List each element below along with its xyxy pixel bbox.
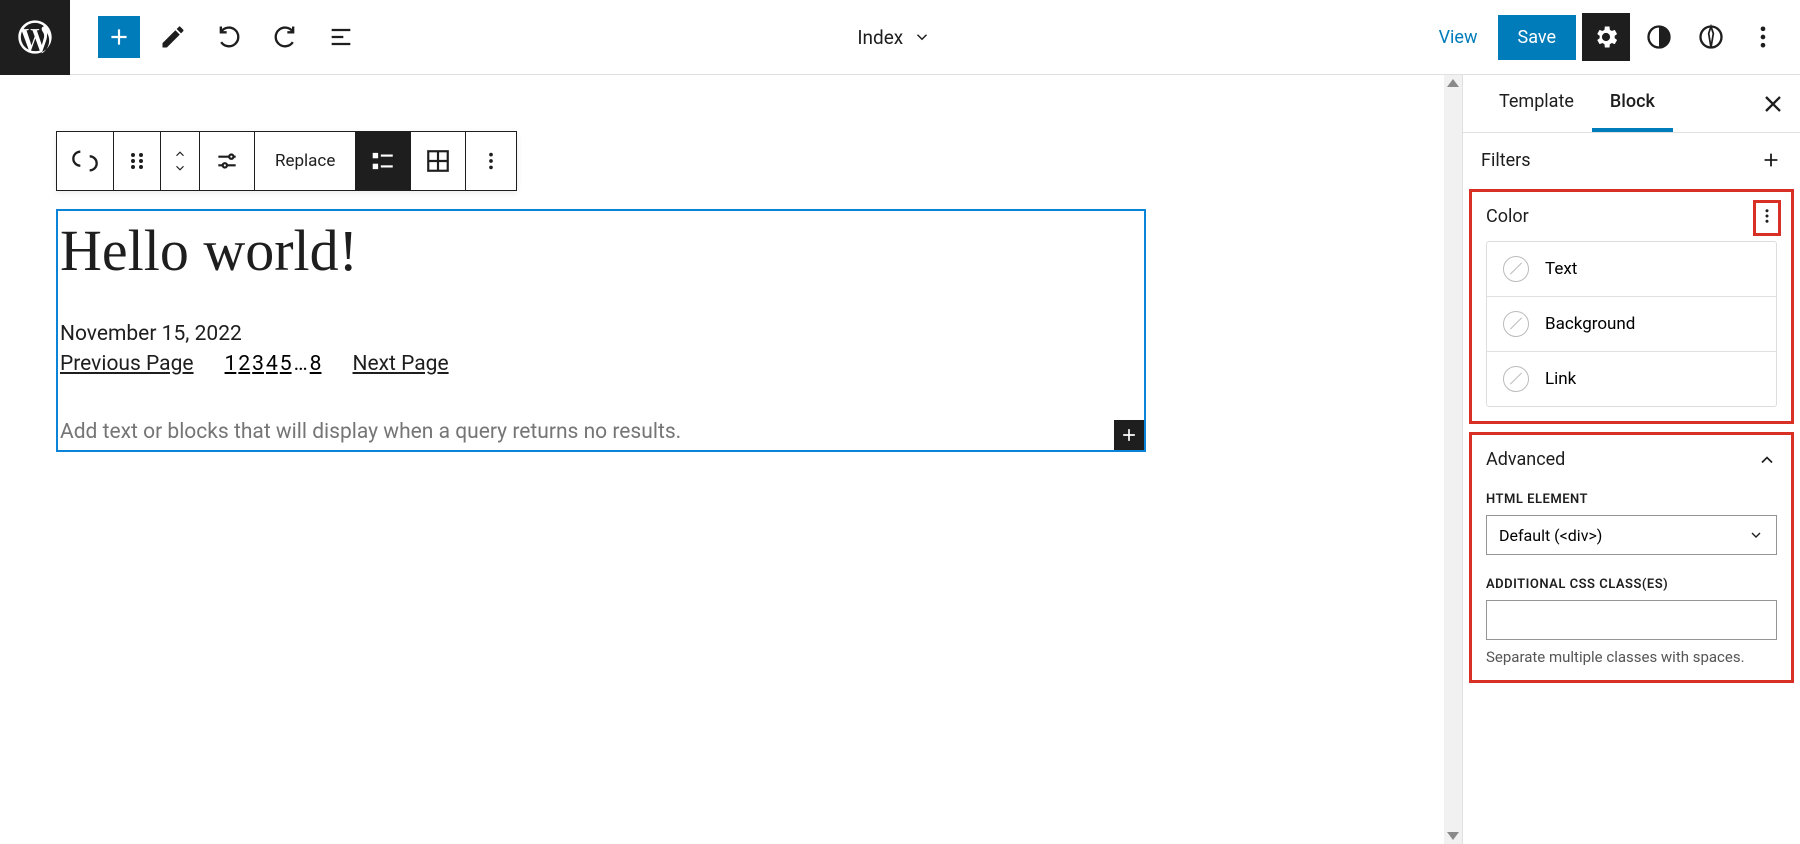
move-buttons xyxy=(161,132,200,190)
top-toolbar: Index View Save xyxy=(0,0,1800,75)
chevron-up-icon xyxy=(1757,450,1777,470)
close-sidebar-button[interactable] xyxy=(1754,85,1792,123)
no-results-placeholder[interactable]: Add text or blocks that will display whe… xyxy=(60,420,1142,444)
chevron-up-icon[interactable] xyxy=(171,147,189,161)
list-icon xyxy=(370,148,396,174)
advanced-panel-header[interactable]: Advanced xyxy=(1472,435,1791,484)
canvas-scrollbar[interactable] xyxy=(1444,75,1462,844)
advanced-panel-highlight: Advanced HTML ELEMENT Default (<div>) AD… xyxy=(1469,432,1794,683)
editor-canvas[interactable]: Replace Hello world! November 15, 2022 P… xyxy=(0,75,1444,844)
wordpress-logo[interactable] xyxy=(0,0,70,75)
inline-add-block-button[interactable] xyxy=(1114,420,1144,450)
contrast-icon xyxy=(1645,23,1673,51)
redo-button[interactable] xyxy=(262,14,308,60)
add-block-button[interactable] xyxy=(98,16,140,58)
chevron-down-icon xyxy=(913,28,931,46)
plus-icon[interactable] xyxy=(1760,149,1782,171)
list-layout-button[interactable] xyxy=(356,132,411,190)
color-options-list: Text Background Link xyxy=(1486,241,1777,407)
block-options-button[interactable] xyxy=(466,132,516,190)
wordpress-icon xyxy=(15,17,55,57)
html-element-label: HTML ELEMENT xyxy=(1486,492,1777,507)
color-panel-highlight: Color Text Background Link xyxy=(1469,189,1794,424)
color-text-option[interactable]: Text xyxy=(1487,242,1776,297)
pencil-icon xyxy=(159,23,187,51)
grid-layout-button[interactable] xyxy=(411,132,466,190)
more-vertical-icon xyxy=(480,150,502,172)
grid-icon xyxy=(425,148,451,174)
filters-label: Filters xyxy=(1481,150,1531,171)
drag-handle[interactable] xyxy=(114,132,161,190)
pagination: Previous Page 12345…8 Next Page xyxy=(60,352,1142,376)
redo-icon xyxy=(271,23,299,51)
query-loop-icon xyxy=(71,147,99,175)
css-classes-hint: Separate multiple classes with spaces. xyxy=(1486,648,1777,666)
empty-swatch-icon xyxy=(1503,256,1529,282)
color-options-highlight xyxy=(1753,200,1781,236)
advanced-title: Advanced xyxy=(1486,449,1565,470)
list-view-button[interactable] xyxy=(318,14,364,60)
tab-template[interactable]: Template xyxy=(1481,75,1592,132)
next-page-link[interactable]: Next Page xyxy=(352,352,448,376)
block-type-button[interactable] xyxy=(57,132,114,190)
more-vertical-icon[interactable] xyxy=(1758,205,1776,227)
color-title: Color xyxy=(1486,206,1529,227)
styles-button[interactable] xyxy=(1636,14,1682,60)
css-classes-input[interactable] xyxy=(1486,600,1777,640)
post-title[interactable]: Hello world! xyxy=(60,217,1142,284)
options-button[interactable] xyxy=(1740,14,1786,60)
replace-button[interactable]: Replace xyxy=(255,132,356,190)
color-background-option[interactable]: Background xyxy=(1487,297,1776,352)
html-element-select[interactable]: Default (<div>) xyxy=(1486,515,1777,555)
gear-icon xyxy=(1592,23,1620,51)
css-classes-label: ADDITIONAL CSS CLASS(ES) xyxy=(1486,577,1777,592)
undo-button[interactable] xyxy=(206,14,252,60)
filters-panel[interactable]: Filters xyxy=(1463,133,1800,187)
chevron-down-icon xyxy=(1748,527,1764,543)
compass-icon xyxy=(1697,23,1725,51)
document-title-dropdown[interactable]: Index xyxy=(364,26,1425,49)
color-panel-header[interactable]: Color xyxy=(1472,192,1791,241)
tab-block[interactable]: Block xyxy=(1592,75,1673,132)
empty-swatch-icon xyxy=(1503,311,1529,337)
prev-page-link[interactable]: Previous Page xyxy=(60,352,194,376)
chevron-down-icon[interactable] xyxy=(171,161,189,175)
post-date[interactable]: November 15, 2022 xyxy=(60,322,1142,346)
save-button[interactable]: Save xyxy=(1498,15,1577,60)
document-title: Index xyxy=(857,26,903,49)
close-icon xyxy=(1759,90,1787,118)
block-toolbar: Replace xyxy=(56,131,517,191)
list-view-icon xyxy=(327,23,355,51)
drag-icon xyxy=(128,149,146,173)
undo-icon xyxy=(215,23,243,51)
view-link[interactable]: View xyxy=(1425,27,1492,48)
advanced-panel-body: HTML ELEMENT Default (<div>) ADDITIONAL … xyxy=(1472,484,1791,680)
top-left-controls xyxy=(70,14,364,60)
help-button[interactable] xyxy=(1688,14,1734,60)
query-loop-block[interactable]: Hello world! November 15, 2022 Previous … xyxy=(56,209,1146,452)
plus-icon xyxy=(1119,425,1139,445)
color-link-option[interactable]: Link xyxy=(1487,352,1776,406)
empty-swatch-icon xyxy=(1503,366,1529,392)
plus-icon xyxy=(106,24,132,50)
sidebar-tabs: Template Block xyxy=(1463,75,1800,133)
page-numbers[interactable]: 12345…8 xyxy=(224,352,323,376)
sliders-icon xyxy=(214,148,240,174)
edit-mode-button[interactable] xyxy=(150,14,196,60)
settings-sidebar: Template Block Filters Color Text xyxy=(1462,75,1800,844)
settings-toggle[interactable] xyxy=(200,132,255,190)
settings-button[interactable] xyxy=(1582,13,1630,61)
top-right-controls: View Save xyxy=(1425,13,1800,61)
more-vertical-icon xyxy=(1749,23,1777,51)
